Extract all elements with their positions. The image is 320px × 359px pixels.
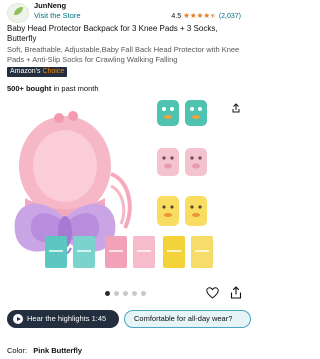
bought-count-bold: 500+ bought	[7, 84, 52, 93]
suggested-question-button[interactable]: Comfortable for all-day wear?	[124, 310, 251, 328]
pagination-dot[interactable]	[140, 291, 146, 296]
color-variant: Color: Pink Butterfly	[7, 346, 82, 356]
product-title: Baby Head Protector Backpack for 3 Knee …	[7, 24, 218, 43]
rating-summary[interactable]: 4.5 ★ ★ ★ ★ ★ (2,037)	[171, 11, 241, 21]
color-label: Color:	[7, 346, 32, 355]
pagination-dot[interactable]	[122, 291, 128, 296]
star-icon: ★	[196, 11, 204, 20]
bought-count: 500+ bought in past month	[7, 84, 99, 94]
seller-logo[interactable]	[7, 3, 29, 23]
leaf-icon	[14, 7, 23, 15]
heart-icon[interactable]	[206, 287, 219, 299]
product-subtitle: Soft, Breathable, Adjustable,Baby Fall B…	[7, 45, 240, 64]
product-image[interactable]	[7, 100, 243, 280]
hear-highlights-button[interactable]: Hear the highlights 1:45	[7, 310, 119, 328]
visit-store-link[interactable]: Visit the Store	[34, 11, 81, 21]
badge-prefix: Amazon's	[10, 68, 41, 75]
star-icon: ★	[189, 11, 197, 20]
star-icon: ★	[183, 11, 190, 20]
seller-header: JunNeng Visit the Store 4.5 ★ ★ ★ ★ ★ (2…	[0, 0, 250, 24]
play-icon	[13, 314, 23, 324]
share-icon[interactable]	[230, 286, 242, 299]
badge-suffix: Choice	[42, 68, 65, 75]
pagination-dot[interactable]	[131, 291, 137, 296]
star-icon: ★	[203, 11, 211, 20]
half-star-icon: ★	[210, 11, 217, 21]
pagination-dot[interactable]	[113, 291, 119, 296]
seller-name[interactable]: JunNeng	[34, 1, 66, 11]
star-rating: ★ ★ ★ ★ ★	[183, 11, 217, 21]
rating-value: 4.5	[171, 12, 182, 20]
color-value: Pink Butterfly	[33, 346, 83, 355]
highlights-label: Hear the highlights 1:45	[27, 314, 107, 323]
share-icon[interactable]	[229, 101, 243, 115]
bought-count-rest: in past month	[51, 84, 99, 93]
ratings-count[interactable]: (2,037)	[219, 13, 241, 20]
pagination-dot[interactable]	[104, 291, 110, 296]
amazons-choice-badge[interactable]: Amazon's Choice	[7, 67, 68, 77]
